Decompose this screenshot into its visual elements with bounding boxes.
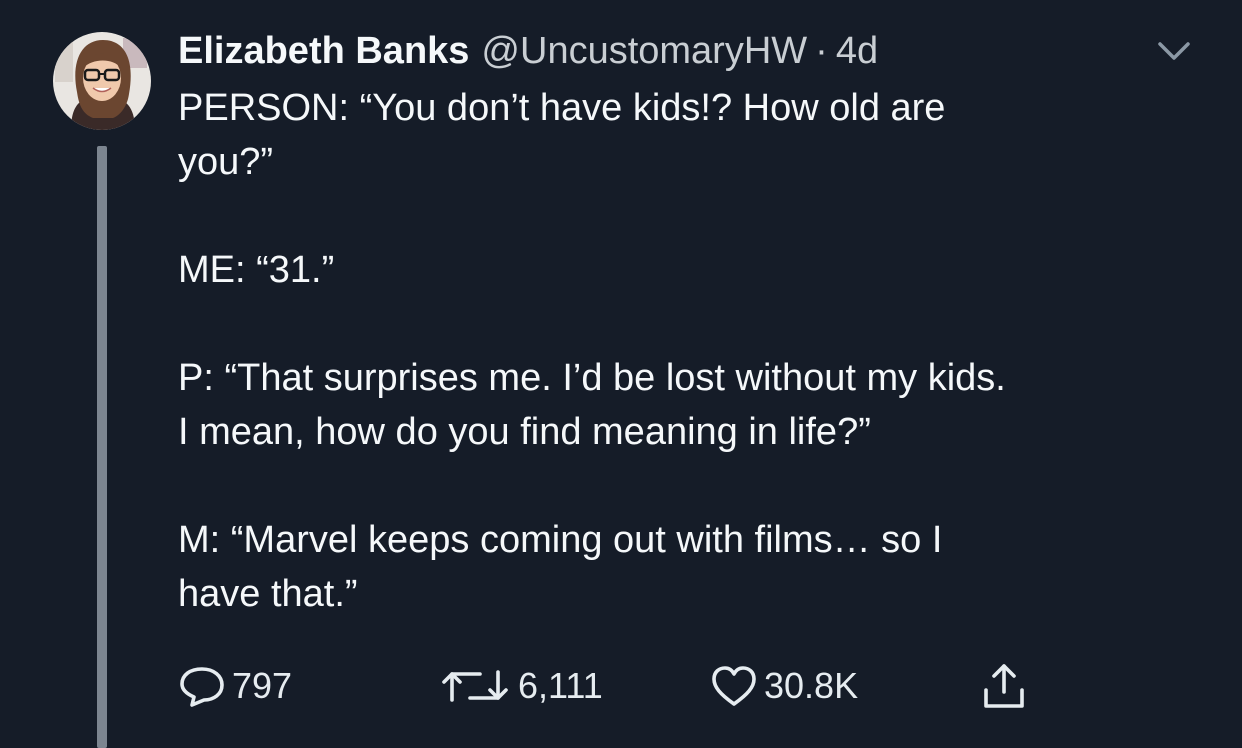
retweet-button[interactable]: 6,111	[440, 660, 603, 712]
like-count: 30.8K	[764, 665, 859, 706]
separator-dot: ·	[815, 30, 828, 72]
author-name[interactable]: Elizabeth Banks	[178, 30, 469, 73]
heart-icon	[710, 664, 764, 708]
tweet-paragraph: M: “Marvel keeps coming out with films… …	[178, 519, 943, 615]
tweet-paragraph: ME: “31.”	[178, 249, 335, 291]
tweet-paragraph: PERSON: “You don’t have kids!? How old a…	[178, 87, 946, 183]
share-button[interactable]	[978, 660, 1036, 712]
tweet-paragraph: P: “That surprises me. I’d be lost witho…	[178, 357, 1006, 453]
tweet-header: Elizabeth Banks @UncustomaryHW · 4d	[178, 30, 878, 76]
tweet-text: PERSON: “You don’t have kids!? How old a…	[178, 81, 1208, 621]
retweet-icon	[440, 664, 518, 708]
reply-button[interactable]: 797	[178, 660, 292, 712]
action-bar: 797 6,111 30.8K	[178, 660, 1058, 712]
timestamp[interactable]: 4d	[836, 30, 878, 73]
retweet-count: 6,111	[518, 665, 603, 706]
tweet: Elizabeth Banks @UncustomaryHW · 4d PERS…	[0, 0, 1242, 748]
chevron-down-icon[interactable]	[1154, 36, 1194, 66]
avatar[interactable]	[53, 32, 151, 130]
thread-line	[97, 146, 107, 748]
reply-count: 797	[232, 665, 293, 706]
like-button[interactable]: 30.8K	[710, 660, 858, 712]
share-icon	[978, 660, 1036, 712]
author-handle[interactable]: @UncustomaryHW	[481, 30, 807, 73]
reply-icon	[178, 664, 232, 708]
